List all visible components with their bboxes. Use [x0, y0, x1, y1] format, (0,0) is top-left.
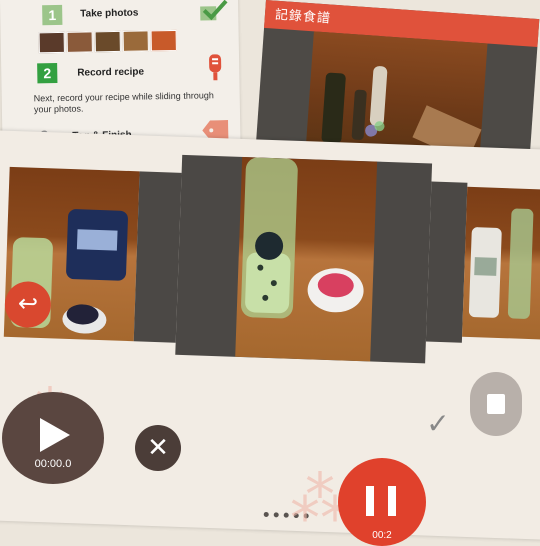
pause-icon-bar: [366, 486, 374, 516]
play-icon: [40, 418, 70, 452]
play-timer: 00:00.0: [34, 458, 72, 470]
photo-center[interactable]: [175, 154, 433, 364]
photo-right[interactable]: [462, 186, 540, 340]
step-2-title: Record recipe: [77, 66, 145, 79]
stop-button[interactable]: [470, 372, 522, 436]
page-dot[interactable]: [263, 511, 269, 518]
photo-thumbnails[interactable]: [38, 29, 177, 54]
recording-screen: ↩: [0, 130, 540, 540]
pause-record-button[interactable]: 00:2: [338, 458, 426, 546]
step-1-title: Take photos: [80, 7, 139, 20]
close-icon: ✕: [147, 432, 169, 462]
check-circle-icon: ✓: [426, 408, 450, 439]
step-2-number: 2: [37, 63, 58, 84]
photo-divider-left: [133, 171, 182, 343]
step-2-description: Next, record your recipe while sliding t…: [33, 90, 214, 115]
photo-divider-right: [425, 181, 468, 343]
page-dot[interactable]: [273, 512, 279, 518]
microphone-icon: [206, 54, 224, 82]
confirm-button[interactable]: ✓: [422, 408, 454, 440]
back-arrow-icon: ↩: [17, 290, 39, 318]
page-dot[interactable]: [283, 512, 289, 518]
close-button[interactable]: ✕: [135, 425, 181, 471]
record-timer: 00:2: [372, 530, 392, 541]
step-1-number: 1: [42, 4, 63, 26]
stop-icon: [487, 394, 505, 414]
pause-icon-bar: [388, 486, 396, 516]
check-icon: [198, 0, 228, 23]
play-button[interactable]: 00:00.0: [2, 392, 104, 484]
